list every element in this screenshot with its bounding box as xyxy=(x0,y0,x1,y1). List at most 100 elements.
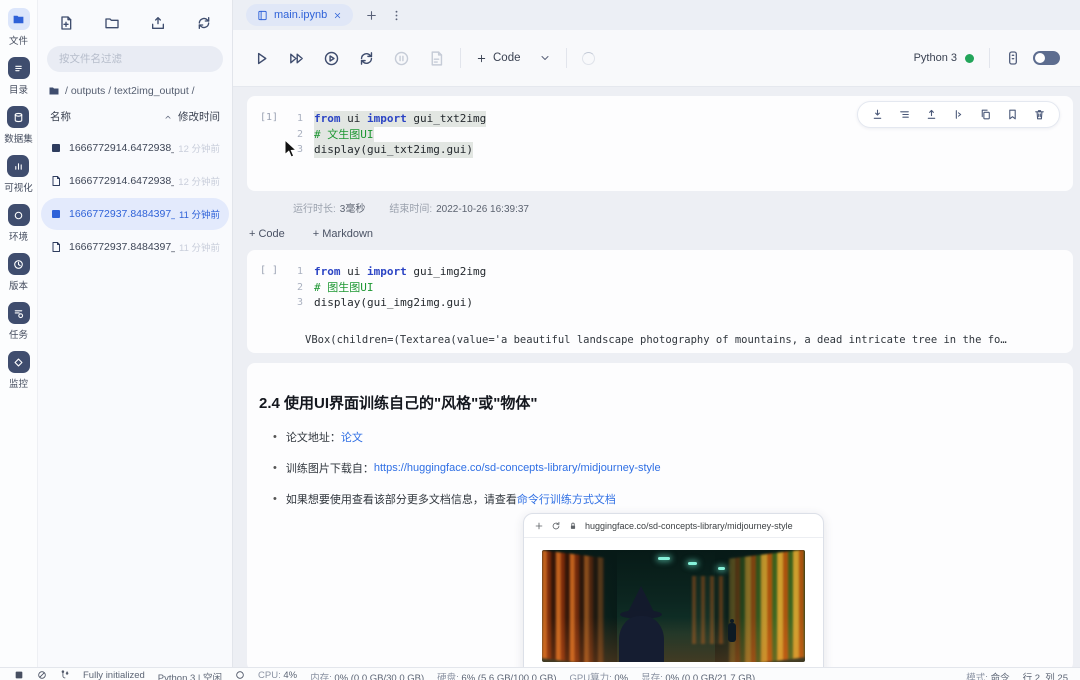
keyboard-shortcuts-icon[interactable] xyxy=(1005,50,1021,66)
cell2-editor[interactable]: 1 from ui import gui_img2img 2 # 图生图UI 3 disp… xyxy=(291,264,1073,311)
refresh-button[interactable] xyxy=(196,15,212,31)
file-filter-input[interactable] xyxy=(47,46,223,72)
sidebar-item-tasks[interactable]: 任务 xyxy=(7,302,30,341)
toolbar-divider xyxy=(460,48,461,68)
run-above-icon[interactable] xyxy=(871,108,884,121)
theme-toggle[interactable] xyxy=(1033,51,1060,65)
witch-silhouette xyxy=(618,586,666,662)
bullet-text: 如果想要使用查看该部分更多文档信息，请查看 xyxy=(285,494,517,506)
add-code-button[interactable]: Code xyxy=(476,52,521,64)
bullet-text: 论文地址： xyxy=(285,432,341,444)
sidebar-item-datasets[interactable]: 数据集 xyxy=(4,106,33,145)
interrupt-kernel-button xyxy=(393,50,410,67)
line-number: 3 xyxy=(296,144,303,155)
notebook-content: [1] 1 from ui import gui_txt2img 2 # 文生图UI 3… xyxy=(233,87,1080,667)
export-cell-icon[interactable] xyxy=(925,108,938,121)
sidebar-item-label: 可视化 xyxy=(4,183,33,194)
tasks-tile xyxy=(7,302,30,324)
database-tile xyxy=(7,106,30,128)
tab-bar: main.ipynb xyxy=(233,0,1080,30)
sidebar-item-label: 数据集 xyxy=(4,134,33,145)
notebook-ide-app: 文件目录数据集可视化环境版本任务监控 / outputs / text2img_… xyxy=(0,0,1080,680)
line-number: 3 xyxy=(296,297,303,308)
code-line[interactable]: 1 from ui import gui_img2img xyxy=(291,264,1073,280)
run-cell-button[interactable] xyxy=(253,50,270,67)
plus-icon xyxy=(476,53,487,64)
column-header-name[interactable]: 名称 xyxy=(50,109,71,124)
distant-figure xyxy=(728,619,736,642)
file-modified-time: 12 分钟前 xyxy=(178,177,220,188)
restart-kernel-button[interactable] xyxy=(358,50,375,67)
list-icon xyxy=(12,62,25,75)
markdown-link[interactable]: 命令行训练方式文档 xyxy=(517,491,616,507)
sidebar-item-visualization[interactable]: 可视化 xyxy=(4,155,33,194)
new-notebook-button[interactable] xyxy=(58,15,74,31)
insert-cell-buttons: + Code + Markdown xyxy=(249,228,1080,240)
notebook-icon xyxy=(257,10,268,21)
code-line[interactable]: 3 display(gui_img2img.gui) xyxy=(291,295,1073,311)
file-icon xyxy=(50,175,62,187)
delete-cell-icon[interactable] xyxy=(1033,108,1046,121)
upload-button[interactable] xyxy=(150,15,166,31)
terminal-square-icon[interactable] xyxy=(14,670,24,680)
branch-icon[interactable] xyxy=(60,670,70,680)
bullet-item: 如果想要使用查看该部分更多文档信息，请查看命令行训练方式文档 xyxy=(273,491,1073,507)
sidebar-item-files[interactable]: 文件 xyxy=(7,8,30,47)
code-cell-2[interactable]: [ ] 1 from ui import gui_img2img 2 # 图生图UI 3… xyxy=(247,250,1073,353)
code-line[interactable]: 2 # 图生图UI xyxy=(291,280,1073,296)
close-tab-icon[interactable] xyxy=(333,11,342,20)
ceiling-light xyxy=(658,557,670,560)
sidebar-item-versions[interactable]: 版本 xyxy=(7,253,30,292)
sidebar-item-monitor[interactable]: 监控 xyxy=(7,351,30,390)
restart-and-run-all-button[interactable] xyxy=(323,50,340,67)
new-folder-button[interactable] xyxy=(104,15,120,31)
sidebar-item-label: 监控 xyxy=(8,379,28,390)
sidebar-item-label: 目录 xyxy=(8,85,28,96)
line-number: 2 xyxy=(296,128,303,140)
status-text: Fully initialized xyxy=(83,670,145,680)
sort-caret-icon[interactable] xyxy=(163,112,173,122)
editor-mode-stat: 行 2, 列 25 xyxy=(1022,673,1068,680)
slash-circle-icon[interactable] xyxy=(37,670,47,680)
chart-tile xyxy=(7,155,30,177)
code-cell-1[interactable]: [1] 1 from ui import gui_txt2img 2 # 文生图UI 3… xyxy=(247,96,1073,191)
breadcrumb[interactable]: / outputs / text2img_output / xyxy=(48,85,222,97)
tab-label: main.ipynb xyxy=(274,9,328,21)
collapse-input-icon[interactable] xyxy=(898,108,911,121)
run-all-button[interactable] xyxy=(288,50,305,67)
circle-o-tile xyxy=(7,204,30,226)
file-name: 1666772937.8484397_SEED_ xyxy=(69,208,175,220)
sidebar-item-environment[interactable]: 环境 xyxy=(7,204,30,243)
file-modified-time: 11 分钟前 xyxy=(178,210,220,221)
file-row[interactable]: 1666772914.6472938_SEED_- 12 分钟前 xyxy=(41,132,229,164)
tab-menu-kebab-icon[interactable] xyxy=(390,9,403,22)
insert-code-button[interactable]: + Code xyxy=(249,228,285,240)
code-line[interactable]: 3 display(gui_txt2img.gui) xyxy=(291,142,1073,158)
markdown-link[interactable]: https://huggingface.co/sd-concepts-libra… xyxy=(374,462,661,474)
kernel-status-dot xyxy=(965,53,974,63)
sidebar-item-label: 任务 xyxy=(8,330,28,341)
new-tab-button[interactable] xyxy=(365,9,378,22)
column-header-modified[interactable]: 修改时间 xyxy=(178,109,220,124)
markdown-cell[interactable]: 2.4 使用UI界面训练自己的"风格"或"物体" 论文地址： 论文训练图片下载自… xyxy=(247,363,1073,667)
back-arrow-icon xyxy=(534,521,544,531)
sidebar-item-toc[interactable]: 目录 xyxy=(7,57,30,96)
file-row[interactable]: 1666772914.6472938_SEED_- 12 分钟前 xyxy=(41,165,229,197)
activity-bar: 文件目录数据集可视化环境版本任务监控 xyxy=(0,0,38,667)
bookmark-icon[interactable] xyxy=(1006,108,1019,121)
history-icon xyxy=(12,258,25,271)
copy-cell-icon[interactable] xyxy=(979,108,992,121)
markdown-link[interactable]: 论文 xyxy=(341,429,363,445)
sidebar-item-label: 环境 xyxy=(8,232,28,243)
kernel-name[interactable]: Python 3 xyxy=(914,52,957,64)
file-row[interactable]: 1666772937.8484397_SEED_11 分钟前 xyxy=(41,231,229,263)
code-line[interactable]: 2 # 文生图UI xyxy=(291,126,1073,142)
resource-stat: CPU: 4% xyxy=(258,670,298,680)
tab-main-ipynb[interactable]: main.ipynb xyxy=(246,4,354,26)
clear-outputs-button xyxy=(428,50,445,67)
browser-screenshot-card: huggingface.co/sd-concepts-library/midjo… xyxy=(523,513,824,667)
move-cell-icon[interactable] xyxy=(952,108,965,121)
file-row[interactable]: 1666772937.8484397_SEED_11 分钟前 xyxy=(41,198,229,230)
chevron-down-icon[interactable] xyxy=(539,52,551,64)
insert-markdown-button[interactable]: + Markdown xyxy=(313,228,373,240)
